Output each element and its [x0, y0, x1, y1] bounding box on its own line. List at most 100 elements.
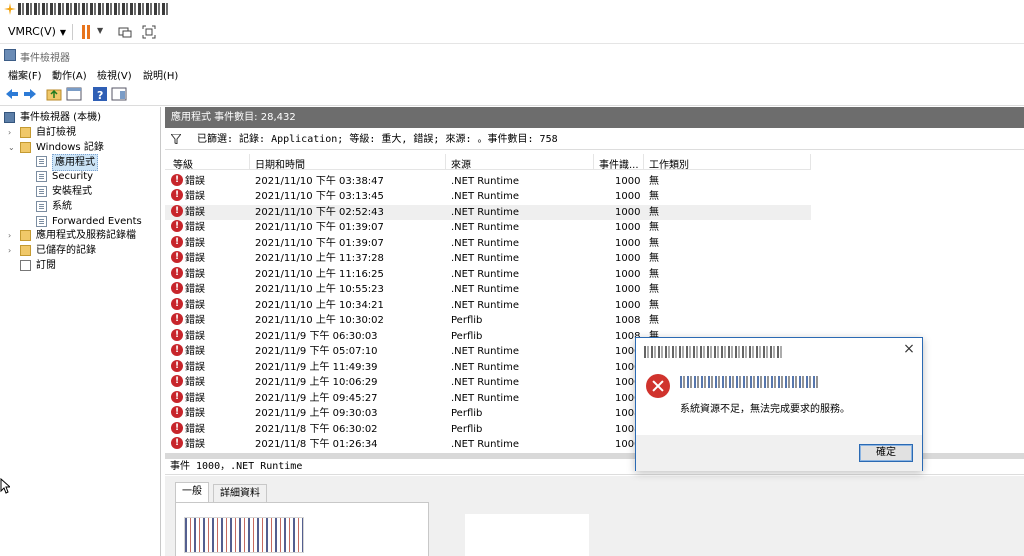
- cell-datetime: 2021/11/10 下午 03:13:45: [255, 191, 384, 202]
- expand-toggle-icon[interactable]: ⌄: [8, 140, 18, 155]
- send-ctrl-alt-del-icon[interactable]: [118, 25, 132, 39]
- tree-item[interactable]: Forwarded Events: [24, 214, 174, 229]
- cell-event-id: 1008: [615, 315, 641, 326]
- dialog-title-redacted: [644, 346, 784, 358]
- filter-description: 已篩選: 記錄: Application; 等級: 重大, 錯誤; 來源: 。事…: [197, 134, 558, 145]
- table-row[interactable]: ! 錯誤 2021/11/10 上午 10:30:02 Perflib 1008 無: [165, 313, 811, 329]
- tree-item-label: Windows 記錄: [36, 141, 104, 153]
- cell-task-category: 無: [649, 237, 659, 249]
- table-row[interactable]: ! 錯誤 2021/11/10 上午 11:16:25 .NET Runtime 100…: [165, 266, 811, 283]
- column-header-source[interactable]: 來源: [451, 156, 471, 171]
- show-hide-console-tree-icon[interactable]: [66, 86, 82, 102]
- tree-item-label: Forwarded Events: [52, 215, 142, 227]
- cell-level: 錯誤: [185, 284, 205, 295]
- cell-task-category: 無: [649, 175, 659, 187]
- error-icon: !: [171, 173, 183, 186]
- dialog-path-redacted: [680, 376, 820, 388]
- column-header-task-category[interactable]: 工作類別: [649, 156, 689, 171]
- cell-source: .NET Runtime: [451, 361, 520, 373]
- error-icon: !: [171, 297, 183, 310]
- folder-icon: [20, 126, 31, 138]
- pause-icon[interactable]: [80, 25, 92, 39]
- cell-level: 錯誤: [185, 423, 205, 435]
- vmrc-menu-button[interactable]: VMRC(V) ▼: [4, 23, 70, 41]
- error-icon: !: [171, 328, 183, 341]
- tree-item[interactable]: ⌄ Windows 記錄: [8, 140, 158, 155]
- tree-item-label: 系統: [52, 200, 72, 212]
- cell-level: 錯誤: [185, 330, 205, 342]
- chevron-down-icon: ▼: [59, 28, 67, 37]
- log-pane-header: 應用程式 事件數目: 28,432: [165, 107, 1024, 128]
- up-folder-icon[interactable]: [46, 86, 62, 102]
- expand-toggle-icon[interactable]: ›: [8, 125, 18, 140]
- cell-level: 錯誤: [185, 237, 205, 249]
- cell-source: .NET Runtime: [451, 377, 520, 388]
- error-icon: !: [171, 189, 183, 201]
- expand-toggle-icon[interactable]: ›: [8, 243, 18, 258]
- vmrc-titlebar: [0, 0, 1024, 20]
- event-detail-pane: 一般 詳細資料: [165, 476, 1024, 556]
- error-icon: !: [171, 375, 183, 387]
- ok-button[interactable]: 確定: [859, 444, 913, 462]
- cell-datetime: 2021/11/9 上午 09:30:03: [255, 408, 378, 419]
- tab-details[interactable]: 詳細資料: [213, 484, 267, 502]
- close-icon[interactable]: ×: [902, 342, 916, 356]
- column-header-level[interactable]: 等級: [173, 156, 193, 171]
- cell-level: 錯誤: [185, 191, 205, 202]
- cell-event-id: 1000: [615, 268, 641, 280]
- help-icon[interactable]: ?: [92, 86, 108, 102]
- cell-datetime: 2021/11/10 上午 10:30:02: [255, 315, 384, 326]
- back-arrow-icon[interactable]: [4, 86, 20, 102]
- cell-source: Perflib: [451, 408, 483, 419]
- tree-item[interactable]: 安裝程式: [24, 184, 174, 199]
- tree-item[interactable]: 事件檢視器 (本機): [4, 110, 154, 125]
- column-header-datetime[interactable]: 日期和時間: [255, 156, 305, 171]
- table-row[interactable]: ! 錯誤 2021/11/10 下午 02:52:43 .NET Runtime 100…: [165, 204, 811, 220]
- table-row[interactable]: ! 錯誤 2021/11/10 下午 03:13:45 .NET Runtime 100…: [165, 189, 811, 205]
- tree-item[interactable]: 應用程式: [24, 154, 174, 172]
- table-row[interactable]: ! 錯誤 2021/11/10 下午 01:39:07 .NET Runtime 100…: [165, 235, 811, 252]
- cell-level: 錯誤: [185, 253, 205, 264]
- cell-datetime: 2021/11/10 上午 11:37:28: [255, 253, 384, 264]
- menu-view[interactable]: 檢視(V): [97, 67, 132, 82]
- show-action-pane-icon[interactable]: [111, 86, 127, 102]
- tree-item[interactable]: › 已儲存的記錄: [8, 243, 158, 258]
- fullscreen-icon[interactable]: [142, 25, 156, 39]
- cell-source: .NET Runtime: [451, 237, 520, 249]
- tree-item[interactable]: 訂閱: [8, 258, 158, 273]
- cell-source: .NET Runtime: [451, 439, 520, 450]
- tree-item[interactable]: 系統: [24, 199, 174, 214]
- error-icon: !: [171, 390, 183, 403]
- tree-item-label: 訂閱: [36, 260, 56, 271]
- table-row[interactable]: ! 錯誤 2021/11/10 下午 03:38:47 .NET Runtime 100…: [165, 173, 811, 190]
- cell-task-category: 無: [649, 222, 659, 233]
- table-row[interactable]: ! 錯誤 2021/11/10 上午 11:37:28 .NET Runtime 100…: [165, 251, 811, 267]
- column-header-event-id[interactable]: 事件識...: [599, 156, 639, 171]
- tree-item-label: 安裝程式: [52, 186, 92, 197]
- error-icon: !: [171, 220, 183, 232]
- tree-item[interactable]: › 應用程式及服務記錄檔: [8, 228, 158, 243]
- tab-general[interactable]: 一般: [175, 482, 209, 502]
- forward-arrow-icon[interactable]: [22, 86, 38, 102]
- menu-file[interactable]: 檔案(F): [8, 67, 42, 82]
- event-viewer-toolbar: ?: [0, 83, 1024, 106]
- cell-source: .NET Runtime: [451, 222, 520, 233]
- error-icon: !: [171, 251, 183, 263]
- menu-help[interactable]: 說明(H): [143, 67, 178, 82]
- table-row[interactable]: ! 錯誤 2021/11/10 上午 10:34:21 .NET Runtime 100…: [165, 297, 811, 314]
- dialog-message: 系統資源不足，無法完成要求的服務。: [680, 404, 850, 415]
- cell-level: 錯誤: [185, 299, 205, 311]
- table-row[interactable]: ! 錯誤 2021/11/10 上午 10:55:23 .NET Runtime 100…: [165, 282, 811, 298]
- cell-datetime: 2021/11/9 上午 10:06:29: [255, 377, 378, 388]
- cell-source: .NET Runtime: [451, 253, 520, 264]
- power-menu-chevron-icon[interactable]: ▼: [97, 26, 103, 35]
- menu-action[interactable]: 動作(A): [52, 67, 87, 82]
- expand-toggle-icon[interactable]: ›: [8, 228, 18, 243]
- cell-source: .NET Runtime: [451, 191, 520, 202]
- table-row[interactable]: ! 錯誤 2021/11/10 下午 01:39:07 .NET Runtime 100…: [165, 220, 811, 236]
- tree-item[interactable]: Security: [24, 169, 174, 184]
- tree-item-label: 已儲存的記錄: [36, 245, 96, 257]
- tree-item[interactable]: › 自訂檢視: [8, 125, 158, 140]
- toolbar-divider: [72, 24, 73, 40]
- cell-datetime: 2021/11/9 下午 05:07:10: [255, 346, 378, 357]
